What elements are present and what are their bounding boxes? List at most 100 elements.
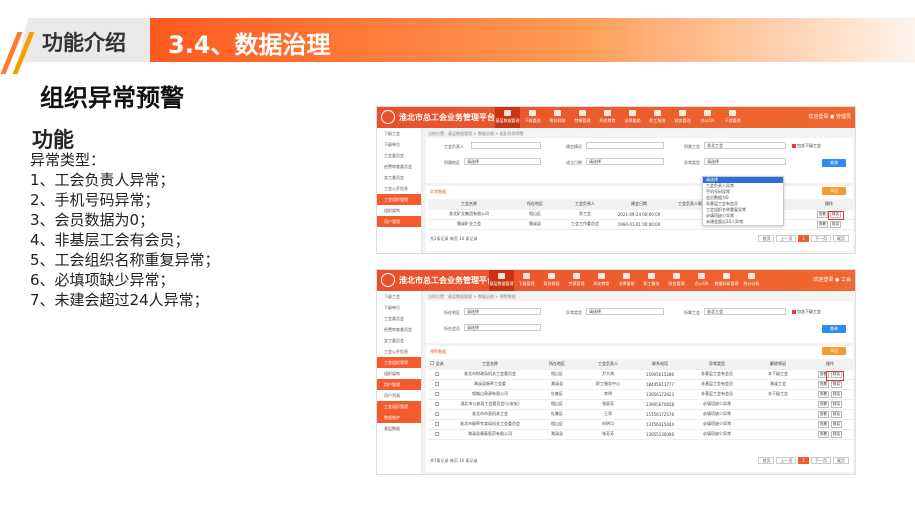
sidebar-item[interactable]: 下级工会 (377, 128, 421, 139)
nav-item[interactable]: 法律援助 (614, 270, 639, 291)
export-button[interactable]: 导出 (822, 187, 846, 195)
search-button[interactable]: 查询 (822, 159, 846, 167)
name-input[interactable] (586, 142, 664, 149)
union-select[interactable]: 淮北工会 (704, 142, 786, 149)
nav-item[interactable]: 财务管理 (664, 270, 689, 291)
nav-item[interactable]: 法律援助 (620, 107, 645, 128)
verify-button[interactable]: 核实 (830, 220, 842, 228)
sidebar-item[interactable]: 组织架构 (377, 368, 421, 379)
view-button[interactable]: 查看 (816, 210, 828, 218)
sidebar-item-active[interactable]: 工会组织管理 (377, 194, 421, 205)
user-area[interactable]: 欢迎登录 ● 工会 (813, 276, 851, 283)
page-next[interactable]: 下一页 (811, 457, 831, 464)
union-select[interactable]: 淮北工会 (704, 308, 786, 315)
nav-item[interactable]: 帮扶救助 (539, 270, 564, 291)
nav-item[interactable]: 下级管理 (520, 107, 545, 128)
nav-icon (679, 110, 686, 116)
nav-icon (698, 273, 705, 279)
nav-item[interactable]: 劳模管理 (564, 270, 589, 291)
sidebar-item[interactable]: 经费审查委员会 (377, 161, 421, 172)
leader-input[interactable] (471, 142, 541, 149)
nav-item[interactable]: 基层数据管理 (489, 270, 514, 291)
nav-item[interactable]: 数据科研管理 (714, 270, 739, 291)
sidebar-item[interactable]: 女工委员会 (377, 172, 421, 183)
row-checkbox[interactable] (435, 391, 439, 396)
sidebar-item[interactable]: 下级工会 (377, 291, 421, 302)
verify-button[interactable]: 核实 (831, 380, 843, 388)
page-first[interactable]: 首页 (758, 457, 775, 464)
nav-item[interactable]: 办公OA (689, 270, 714, 291)
sidebar-item[interactable]: 下级单位 (377, 302, 421, 313)
slide-title: 组织异常预警 (40, 84, 184, 112)
sidebar-item[interactable]: 工会公开信息 (377, 346, 421, 357)
nav-item[interactable]: 干部管理 (720, 107, 745, 128)
found-date[interactable]: 请选择 (586, 158, 664, 165)
sidebar-item-active[interactable]: 用户管理 (377, 379, 421, 390)
verify-button[interactable]: 核实 (831, 400, 843, 408)
search-button[interactable]: 查询 (822, 325, 846, 333)
nav-item[interactable]: 职工服务 (639, 270, 664, 291)
view-button[interactable]: 查看 (817, 410, 829, 418)
view-button[interactable]: 查看 (817, 400, 829, 408)
nav-item[interactable]: 四史教育 (595, 107, 620, 128)
user-area[interactable]: 欢迎登录 ● 管理员 (808, 113, 851, 120)
sidebar-item[interactable]: 用户列表 (377, 390, 421, 401)
verify-button[interactable]: 核实 (831, 390, 843, 398)
region-select[interactable]: 请选择 (464, 308, 541, 315)
row-checkbox[interactable] (435, 401, 439, 406)
sidebar-item[interactable]: 基层数据 (377, 423, 421, 434)
verify-button[interactable]: 核实 (831, 410, 843, 418)
select-all-checkbox[interactable] (430, 360, 435, 365)
sidebar-item-active[interactable]: 工会组织管理 (377, 357, 421, 368)
region-select[interactable]: 请选择 (464, 158, 541, 165)
page-current[interactable]: 1 (798, 457, 809, 464)
page-last[interactable]: 尾页 (833, 457, 849, 464)
sidebar-item[interactable]: 组织架构 (377, 205, 421, 216)
nav-item[interactable]: 职工服务 (645, 107, 670, 128)
nav-item[interactable]: 财务管理 (670, 107, 695, 128)
row-checkbox[interactable] (435, 411, 439, 416)
view-button[interactable]: 查看 (817, 430, 829, 438)
type-select[interactable]: 请选择 (586, 308, 664, 315)
page-last[interactable]: 尾页 (833, 235, 849, 242)
sidebar-item[interactable]: 女工委员会 (377, 335, 421, 346)
function-line: 3、会员数据为0； (30, 211, 155, 229)
nav-item[interactable]: 帮扶救助 (545, 107, 570, 128)
row-checkbox[interactable] (435, 381, 439, 386)
sidebar-item[interactable]: 工会公开信息 (377, 183, 421, 194)
sidebar-item-active[interactable]: 数据维护 (377, 412, 421, 423)
page-current[interactable]: 1 (798, 235, 809, 242)
include-sub-checkbox[interactable]: 包含下级工会 (792, 309, 821, 315)
page-first[interactable]: 首页 (758, 235, 775, 242)
row-checkbox[interactable] (435, 421, 439, 426)
nav-item[interactable]: 劳模管理 (570, 107, 595, 128)
member-select[interactable]: 请选择 (464, 324, 541, 331)
nav-item[interactable]: 四史教育 (589, 270, 614, 291)
nav-item[interactable]: 基层数据管理 (495, 107, 520, 128)
page-prev[interactable]: 上一页 (776, 457, 797, 464)
page-next[interactable]: 下一页 (811, 235, 831, 242)
view-button[interactable]: 查看 (816, 220, 828, 228)
dropdown-option[interactable]: 未建会超过24人异常 (703, 219, 783, 225)
verify-button[interactable]: 核实 (831, 430, 843, 438)
sidebar-item[interactable]: 经费审查委员会 (377, 324, 421, 335)
sidebar-item[interactable]: 工会委员会 (377, 150, 421, 161)
type-select[interactable]: 请选择 (704, 158, 786, 165)
row-checkbox[interactable] (435, 371, 439, 376)
page-prev[interactable]: 上一页 (776, 235, 797, 242)
nav-item[interactable]: 办公OA (695, 107, 720, 128)
export-button[interactable]: 导出 (822, 347, 846, 355)
view-button[interactable]: 查看 (817, 420, 829, 428)
sidebar-item[interactable]: 工会委员会 (377, 313, 421, 324)
row-checkbox[interactable] (435, 431, 439, 436)
sidebar-item-active[interactable]: 工会组织管理 (377, 401, 421, 412)
sidebar-item-active[interactable]: 用户管理 (377, 216, 421, 227)
view-button[interactable]: 查看 (817, 380, 829, 388)
nav-item[interactable]: 下级管理 (514, 270, 539, 291)
verify-button[interactable]: 核实 (831, 420, 843, 428)
sidebar-item[interactable]: 下级单位 (377, 139, 421, 150)
type-label: 异常类型 (684, 160, 700, 165)
nav-item[interactable]: 统计分析 (739, 270, 764, 291)
include-sub-checkbox[interactable]: 包含下级工会 (792, 143, 821, 149)
view-button[interactable]: 查看 (817, 390, 829, 398)
